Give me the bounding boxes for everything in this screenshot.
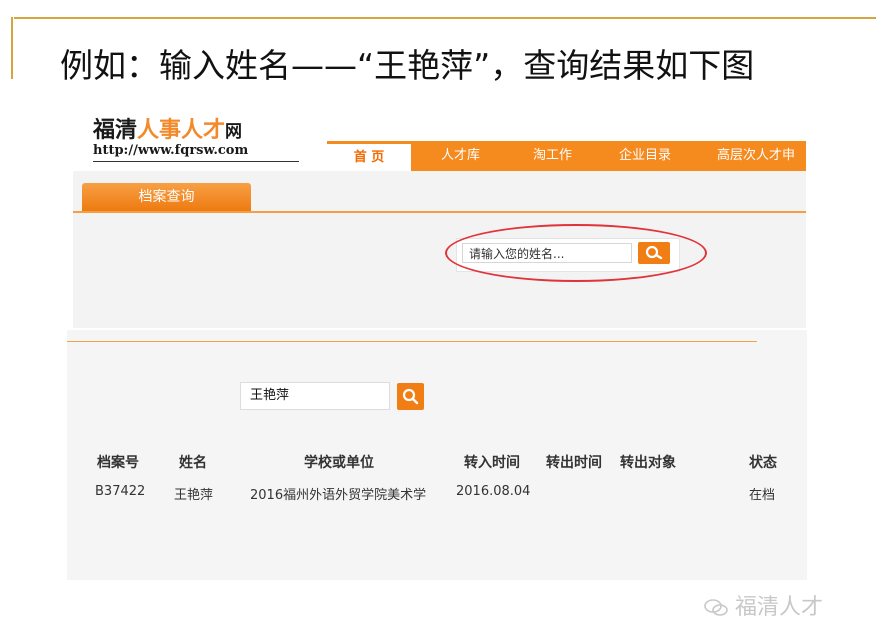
result-search-input[interactable]: 王艳萍 — [240, 382, 390, 410]
slide-top-rule — [14, 17, 876, 19]
highlight-ellipse — [445, 224, 707, 282]
nav-high-level-talent[interactable]: 高层次人才申 — [717, 141, 795, 171]
search-icon — [402, 388, 419, 405]
site-logo[interactable]: 福清人事人才网 — [93, 112, 242, 144]
logo-underline — [93, 161, 299, 162]
cell-name: 王艳萍 — [174, 488, 214, 503]
main-nav: 首 页 人才库 淘工作 企业目录 高层次人才申 — [327, 141, 806, 171]
nav-company-directory[interactable]: 企业目录 — [619, 141, 671, 171]
watermark-text: 福清人才 — [735, 595, 824, 620]
cell-status: 在档 — [749, 488, 776, 503]
col-header-archive-no: 档案号 — [97, 455, 139, 471]
logo-text-1: 福清 — [93, 117, 138, 143]
site-screenshot: 福清人事人才网 http://www.fqrsw.com 首 页 人才库 淘工作… — [73, 103, 806, 328]
logo-text-2: 人事人才 — [137, 117, 226, 143]
col-header-transfer-target: 转出对象 — [620, 455, 676, 471]
tab-archive-query[interactable]: 档案查询 — [82, 183, 251, 211]
results-top-rule — [67, 341, 757, 342]
col-header-transfer-in: 转入时间 — [464, 455, 520, 471]
nav-jobs[interactable]: 淘工作 — [533, 141, 572, 171]
nav-talent-pool[interactable]: 人才库 — [441, 141, 480, 171]
slide-left-rule — [11, 17, 13, 79]
cell-transfer-in: 2016.08.04 — [456, 484, 531, 499]
watermark: 福清人才 — [703, 589, 823, 621]
cell-school: 2016福州外语外贸学院美术学 — [250, 488, 427, 503]
wechat-icon — [704, 599, 728, 616]
results-screenshot: 王艳萍 档案号 姓名 学校或单位 转入时间 转出时间 转出对象 状态 B3742… — [67, 330, 807, 580]
site-url: http://www.fqrsw.com — [93, 143, 249, 158]
slide-title: 例如：输入姓名——“王艳萍”，查询结果如下图 — [60, 46, 755, 85]
nav-home[interactable]: 首 页 — [327, 141, 411, 171]
col-header-name: 姓名 — [179, 455, 207, 471]
result-search-button[interactable] — [397, 383, 424, 410]
col-header-school: 学校或单位 — [304, 455, 374, 471]
col-header-status: 状态 — [749, 455, 777, 471]
col-header-transfer-out: 转出时间 — [546, 455, 602, 471]
cell-archive-no: B37422 — [95, 484, 146, 499]
logo-text-3: 网 — [225, 122, 243, 142]
